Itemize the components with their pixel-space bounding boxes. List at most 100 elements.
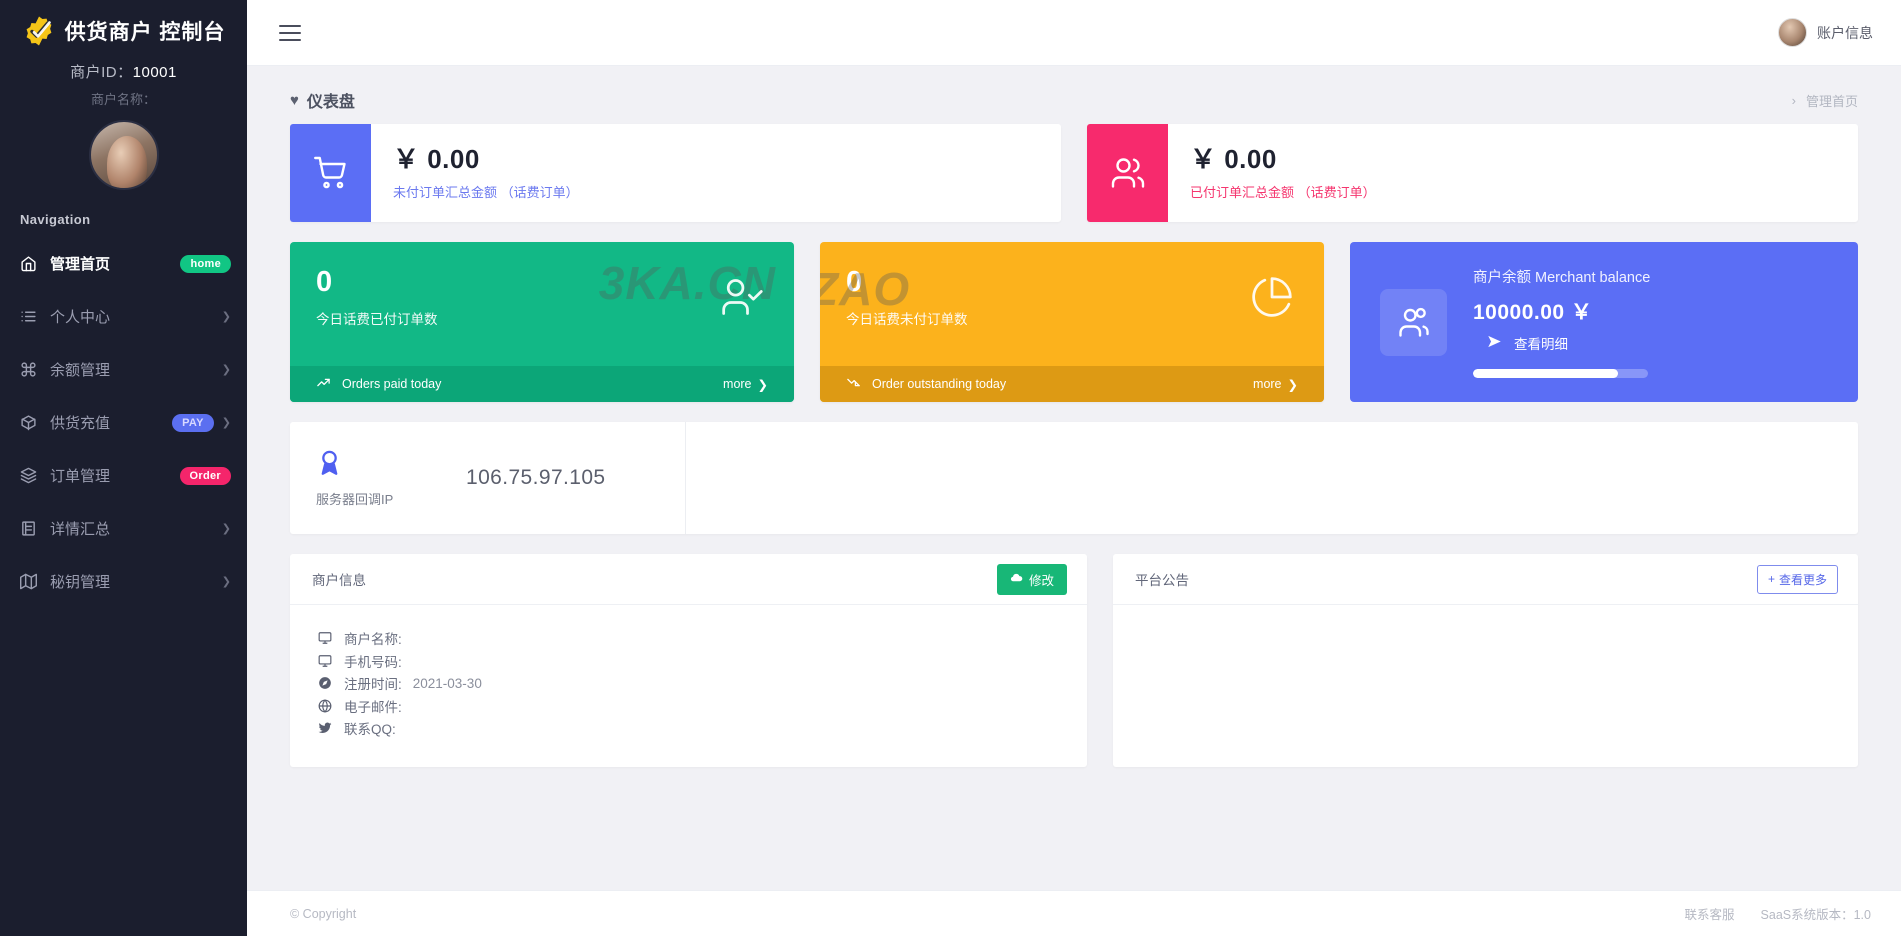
stat-body: ￥ 0.00 已付订单汇总金额 （话费订单） [1168,124,1376,222]
sidebar-item-label: 秘钥管理 [50,571,214,592]
plus-icon: + [1768,572,1775,586]
info-value: 2021-03-30 [413,676,482,691]
cloud-icon [1010,571,1023,587]
brand[interactable]: 供货商户 控制台 [0,0,247,54]
account-menu[interactable]: 账户信息 [1778,18,1873,47]
info-label: 电子邮件: [344,696,402,716]
card-more-link[interactable]: more ❯ [1253,377,1298,392]
card-orders-outstanding-today[interactable]: ZAO 0 今日话费未付订单数 [820,242,1324,402]
globe-icon [318,699,333,713]
view-more-label: 查看更多 [1779,571,1827,588]
chevron-right-icon: ❯ [222,522,231,535]
info-label: 注册时间: [344,673,402,693]
sidebar-item-label: 余额管理 [50,359,214,380]
users-group-icon [1380,289,1447,356]
chevron-right-icon: ❯ [222,575,231,588]
chevron-right-icon: ❯ [222,310,231,323]
avatar[interactable] [89,120,159,190]
footer-support-link[interactable]: 联系客服 [1685,904,1735,923]
sidebar-item-dashboard[interactable]: 管理首页 home [0,237,247,290]
stat-value: ￥ 0.00 [1190,145,1376,175]
card-more-label: more [1253,377,1281,391]
footer-version: SaaS系统版本：1.0 [1761,904,1871,923]
info-line: 商户名称: [318,627,1065,650]
avatar [1778,18,1807,47]
cart-icon [290,124,371,222]
sidebar-item-balance[interactable]: 余额管理 ❯ [0,343,247,396]
stat-card-unpaid[interactable]: ￥ 0.00 未付订单汇总金额 （话费订单） [290,124,1061,222]
card-footer-left: Orders paid today [316,375,441,393]
sidebar-item-label: 个人中心 [50,306,214,327]
edit-button-label: 修改 [1029,570,1054,589]
color-card-row: 3KA.CN 0 今日话费已付订单数 [290,242,1858,402]
hamburger-icon[interactable] [279,25,301,41]
user-check-icon [720,275,764,324]
sidebar-item-keys[interactable]: 秘钥管理 ❯ [0,555,247,608]
sidebar: 供货商户 控制台 商户ID：10001 商户名称： Navigation 管理首… [0,0,247,936]
compass-icon [318,676,333,690]
card-merchant-balance[interactable]: 商户余额 Merchant balance 10000.00 ￥ 查看明细 [1350,242,1858,402]
send-icon [1487,334,1502,352]
card-orders-paid-today[interactable]: 3KA.CN 0 今日话费已付订单数 [290,242,794,402]
card-more-label: more [723,377,751,391]
topbar: 账户信息 [247,0,1901,66]
panel-head: 平台公告 + 查看更多 [1113,554,1858,605]
card-footer[interactable]: Orders paid today more ❯ [290,366,794,402]
ip-left: 服务器回调IP [316,449,466,508]
page-title: ♥ 仪表盘 [290,88,355,112]
card-footer-left: Order outstanding today [846,375,1006,393]
info-label: 联系QQ: [344,718,396,738]
chevron-right-icon: ❯ [758,377,768,392]
nav-heading: Navigation [0,190,247,237]
main-area: 账户信息 ♥ 仪表盘 › 管理首页 [247,0,1901,936]
ip-caption: 服务器回调IP [316,489,466,508]
sidebar-item-label: 供货充值 [50,412,172,433]
info-line: 注册时间: 2021-03-30 [318,672,1065,695]
content: ♥ 仪表盘 › 管理首页 ￥ 0.00 [247,66,1901,890]
view-more-button[interactable]: + 查看更多 [1757,565,1838,594]
panel-row: 商户信息 修改 商户名称: [290,554,1858,767]
list-icon [20,308,42,325]
trend-up-icon [316,375,331,393]
sidebar-item-recharge[interactable]: 供货充值 PAY ❯ [0,396,247,449]
sidebar-item-orders[interactable]: 订单管理 Order [0,449,247,502]
card-number: 0 [846,268,1298,297]
stat-row: ￥ 0.00 未付订单汇总金额 （话费订单） ￥ 0.00 已付订单汇总金额 （… [290,124,1858,222]
balance-detail-link[interactable]: 查看明细 [1473,333,1828,353]
sidebar-item-profile[interactable]: 个人中心 ❯ [0,290,247,343]
stat-sub: 未付订单汇总金额 （话费订单） [393,182,579,201]
brand-title: 供货商户 控制台 [65,16,226,46]
sidebar-item-summary[interactable]: 详情汇总 ❯ [0,502,247,555]
balance-body: 商户余额 Merchant balance 10000.00 ￥ 查看明细 [1473,266,1828,378]
sidebar-badge-order: Order [180,467,231,485]
merchant-id-label: 商户ID： [70,64,133,81]
card-footer-label: Order outstanding today [872,377,1006,391]
stat-card-paid[interactable]: ￥ 0.00 已付订单汇总金额 （话费订单） [1087,124,1858,222]
sidebar-badge-home: home [180,255,231,273]
card-more-link[interactable]: more ❯ [723,377,768,392]
footer-copyright: © Copyright [290,907,356,921]
monitor-icon [318,654,333,668]
card-top: ZAO 0 今日话费未付订单数 [820,242,1324,366]
card-server-ip[interactable]: 服务器回调IP 106.75.97.105 [290,422,1858,534]
command-icon [20,361,42,378]
sidebar-nav: 管理首页 home 个人中心 ❯ 余额管理 ❯ [0,237,247,608]
card-footer[interactable]: Order outstanding today more ❯ [820,366,1324,402]
balance-amount: 10000.00 ￥ [1473,296,1828,326]
stat-body: ￥ 0.00 未付订单汇总金额 （话费订单） [371,124,579,222]
panel-body: 商户名称: 手机号码: 注册时间: 2021-0 [290,605,1087,767]
trend-down-icon [846,375,861,393]
chevron-right-icon: ❯ [222,363,231,376]
page-head: ♥ 仪表盘 › 管理首页 [247,66,1901,124]
breadcrumb: › 管理首页 [1792,91,1858,110]
breadcrumb-current[interactable]: 管理首页 [1806,91,1858,110]
book-icon [20,520,42,537]
layers-icon [20,467,42,484]
card-number: 0 [316,268,768,297]
info-line: 电子邮件: [318,695,1065,718]
avatar-wrap [0,120,247,190]
card-footer-label: Orders paid today [342,377,441,391]
edit-button[interactable]: 修改 [997,564,1067,595]
footer: © Copyright 联系客服 SaaS系统版本：1.0 [247,890,1901,936]
footer-right: 联系客服 SaaS系统版本：1.0 [1685,904,1871,923]
